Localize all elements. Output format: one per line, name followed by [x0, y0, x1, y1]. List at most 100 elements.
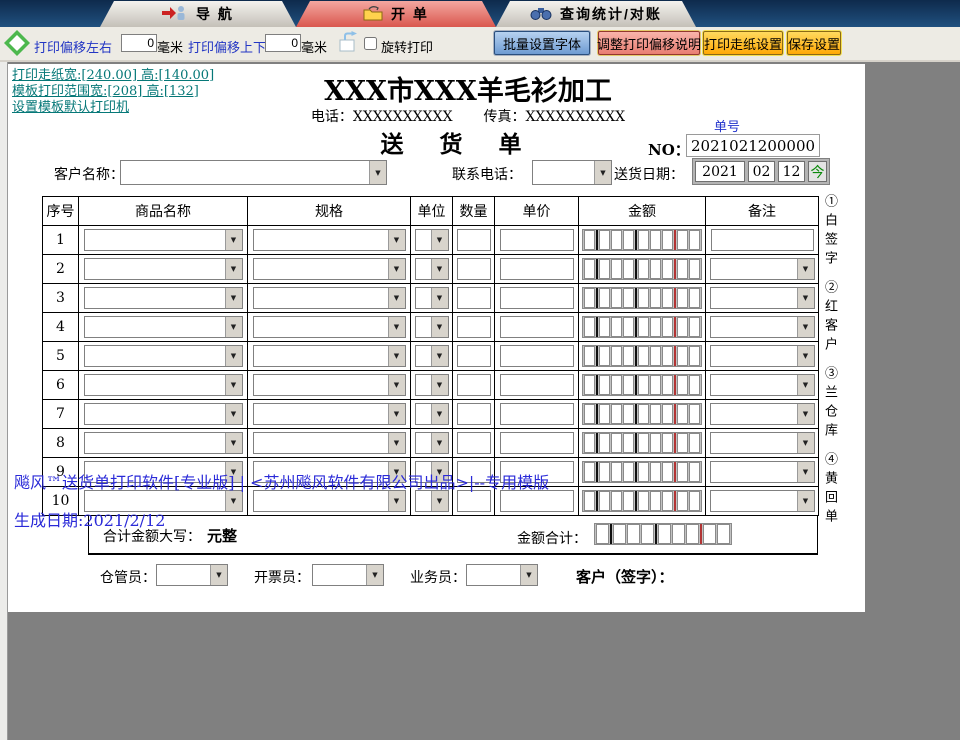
amount-digit-box[interactable] — [650, 462, 661, 482]
amount-digit-box[interactable] — [638, 404, 649, 424]
amount-digit-box[interactable] — [611, 491, 622, 511]
paper-size-link[interactable]: 打印走纸宽:[240.00] 高:[140.00] — [12, 68, 214, 84]
amount-digit-box[interactable] — [677, 230, 688, 250]
amount-digit-box[interactable] — [662, 346, 673, 366]
batch-font-button[interactable]: 批量设置字体 — [494, 31, 590, 55]
amount-digit-box[interactable] — [584, 491, 595, 511]
amount-digit-box[interactable] — [677, 259, 688, 279]
remark-combo[interactable]: ▼ — [709, 490, 815, 512]
product-combo[interactable]: ▼ — [83, 374, 243, 396]
amount-digit-box[interactable] — [623, 317, 634, 337]
amount-digit-box[interactable] — [703, 524, 716, 544]
chevron-down-icon[interactable]: ▼ — [796, 404, 814, 424]
chevron-down-icon[interactable]: ▼ — [387, 404, 405, 424]
chevron-down-icon[interactable]: ▼ — [430, 404, 448, 424]
spec-combo[interactable]: ▼ — [252, 258, 406, 280]
qty-input[interactable] — [456, 345, 491, 367]
spec-combo[interactable]: ▼ — [252, 432, 406, 454]
amount-digit-box[interactable] — [599, 259, 610, 279]
amount-digit-box[interactable] — [584, 375, 595, 395]
amount-digit-box[interactable] — [584, 317, 595, 337]
amount-digit-box[interactable] — [599, 288, 610, 308]
amount-digit-box[interactable] — [677, 462, 688, 482]
amount-digit-box[interactable] — [584, 230, 595, 250]
amount-digit-box[interactable] — [623, 462, 634, 482]
chevron-down-icon[interactable]: ▼ — [224, 259, 242, 279]
order-no-input[interactable] — [686, 134, 820, 157]
amount-digit-box[interactable] — [584, 288, 595, 308]
qty-input[interactable] — [456, 490, 491, 512]
amount-digit-box[interactable] — [689, 317, 700, 337]
amount-digit-box[interactable] — [677, 317, 688, 337]
amount-digit-box[interactable] — [623, 259, 634, 279]
amount-digit-box[interactable] — [611, 404, 622, 424]
amount-digit-box[interactable] — [611, 288, 622, 308]
chevron-down-icon[interactable]: ▼ — [387, 288, 405, 308]
default-printer-link[interactable]: 设置模板默认打印机 — [12, 100, 214, 116]
amount-digit-box[interactable] — [658, 524, 671, 544]
amount-digit-box[interactable] — [623, 491, 634, 511]
price-input[interactable] — [499, 374, 574, 396]
amount-digit-box[interactable] — [662, 230, 673, 250]
amount-digit-box[interactable] — [677, 375, 688, 395]
product-combo[interactable]: ▼ — [83, 316, 243, 338]
product-combo[interactable]: ▼ — [83, 258, 243, 280]
chevron-down-icon[interactable]: ▼ — [224, 491, 242, 511]
spec-combo[interactable]: ▼ — [252, 229, 406, 251]
chevron-down-icon[interactable]: ▼ — [430, 288, 448, 308]
amount-digit-box[interactable] — [611, 230, 622, 250]
spec-combo[interactable]: ▼ — [252, 316, 406, 338]
date-year-box[interactable]: 2021 — [695, 161, 745, 182]
chevron-down-icon[interactable]: ▼ — [796, 375, 814, 395]
date-month-box[interactable]: 02 — [748, 161, 775, 182]
price-input[interactable] — [499, 258, 574, 280]
chevron-down-icon[interactable]: ▼ — [387, 346, 405, 366]
unit-combo[interactable]: ▼ — [414, 345, 449, 367]
amount-digit-box[interactable] — [611, 375, 622, 395]
amount-digit-box[interactable] — [677, 433, 688, 453]
qty-input[interactable] — [456, 316, 491, 338]
amount-digit-box[interactable] — [599, 317, 610, 337]
amount-digit-box[interactable] — [638, 317, 649, 337]
amount-digit-box[interactable] — [599, 375, 610, 395]
amount-digit-box[interactable] — [638, 491, 649, 511]
remark-combo[interactable]: ▼ — [709, 287, 815, 309]
remark-combo[interactable]: ▼ — [709, 374, 815, 396]
amount-digit-box[interactable] — [689, 346, 700, 366]
spec-combo[interactable]: ▼ — [252, 403, 406, 425]
spec-combo[interactable]: ▼ — [252, 287, 406, 309]
spec-combo[interactable]: ▼ — [252, 345, 406, 367]
price-input[interactable] — [499, 316, 574, 338]
chevron-down-icon[interactable]: ▼ — [430, 491, 448, 511]
amount-digit-box[interactable] — [641, 524, 654, 544]
chevron-down-icon[interactable]: ▼ — [387, 491, 405, 511]
spec-combo[interactable]: ▼ — [252, 374, 406, 396]
chevron-down-icon[interactable]: ▼ — [796, 346, 814, 366]
amount-digit-box[interactable] — [677, 491, 688, 511]
amount-digit-box[interactable] — [662, 433, 673, 453]
chevron-down-icon[interactable]: ▼ — [366, 565, 383, 585]
amount-digit-box[interactable] — [689, 259, 700, 279]
price-input[interactable] — [499, 287, 574, 309]
amount-digit-box[interactable] — [650, 317, 661, 337]
amount-digit-box[interactable] — [662, 404, 673, 424]
remark-combo[interactable]: ▼ — [709, 316, 815, 338]
today-button[interactable]: 今 — [808, 161, 827, 182]
amount-digit-box[interactable] — [584, 433, 595, 453]
amount-digit-box[interactable] — [599, 404, 610, 424]
amount-digit-box[interactable] — [677, 288, 688, 308]
tab-billing[interactable]: 开 单 — [296, 1, 496, 27]
amount-digit-box[interactable] — [623, 404, 634, 424]
amount-digit-box[interactable] — [689, 404, 700, 424]
remark-combo[interactable]: ▼ — [709, 345, 815, 367]
amount-digit-box[interactable] — [599, 230, 610, 250]
chevron-down-icon[interactable]: ▼ — [224, 288, 242, 308]
amount-digit-box[interactable] — [662, 259, 673, 279]
chevron-down-icon[interactable]: ▼ — [796, 491, 814, 511]
amount-digit-box[interactable] — [611, 433, 622, 453]
spec-combo[interactable]: ▼ — [252, 490, 406, 512]
salesman-combo[interactable]: ▼ — [466, 564, 538, 586]
amount-digit-box[interactable] — [638, 375, 649, 395]
amount-digit-box[interactable] — [623, 230, 634, 250]
amount-digit-box[interactable] — [662, 491, 673, 511]
